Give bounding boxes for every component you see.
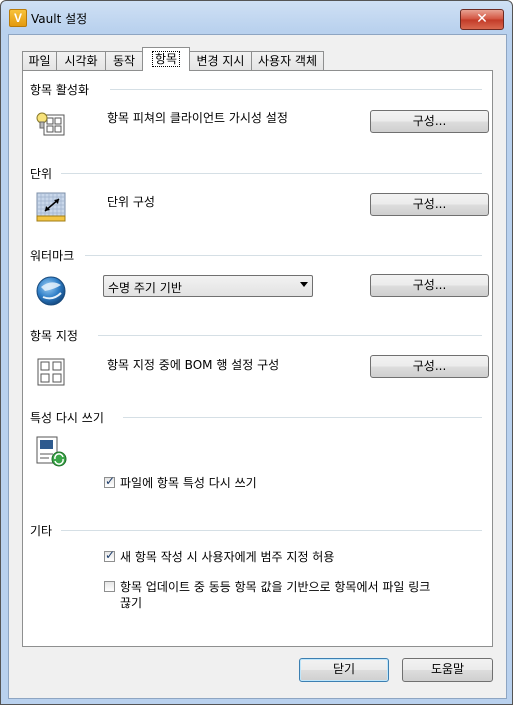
section-title-property-write: 특성 다시 쓰기	[30, 411, 104, 425]
allow-category-label: 새 항목 작성 시 사용자에게 범주 지정 허용	[120, 550, 335, 564]
item-enable-configure-button[interactable]: 구성...	[370, 110, 489, 133]
watermark-select-value: 수명 주기 기반	[108, 281, 182, 295]
item-enable-label: 항목 피쳐의 클라이언트 가시성 설정	[107, 111, 288, 125]
tab-custom-objects[interactable]: 사용자 객체	[251, 51, 324, 70]
items-tab-panel: 항목 활성화 항목 피쳐의 클라이언트 가시성 설정 구성... 단위 단위 구…	[22, 70, 493, 647]
vault-app-icon: V	[9, 9, 27, 27]
item-assign-label: 항목 지정 중에 BOM 행 설정 구성	[107, 358, 280, 372]
property-write-label: 파일에 항목 특성 다시 쓰기	[120, 476, 257, 490]
dialog-client-area: 파일 시각화 동작 항목 변경 지시 사용자 객체 항목 활성화 항목 피쳐의 …	[8, 34, 507, 699]
title-bar[interactable]: V Vault 설정 ✕	[1, 1, 512, 35]
tab-change-order[interactable]: 변경 지시	[189, 51, 252, 70]
section-title-watermark: 워터마크	[30, 249, 75, 263]
section-divider	[61, 530, 482, 531]
break-file-link-label-line1: 항목 업데이트 중 동등 항목 값을 기반으로 항목에서 파일 링크	[120, 580, 431, 594]
tab-visualization[interactable]: 시각화	[56, 51, 106, 70]
property-refresh-icon	[36, 436, 67, 467]
close-button[interactable]: 닫기	[299, 658, 389, 682]
section-divider	[98, 335, 482, 336]
window-title: Vault 설정	[31, 12, 88, 26]
checkmark-icon: ✓	[105, 474, 116, 488]
section-divider	[123, 417, 482, 418]
close-window-button[interactable]: ✕	[460, 9, 504, 30]
section-title-item-enable: 항목 활성화	[30, 83, 90, 97]
break-file-link-label-line2: 끊기	[120, 596, 143, 610]
globe-icon	[36, 276, 66, 306]
allow-category-checkbox[interactable]: ✓	[104, 548, 116, 562]
section-title-misc: 기타	[30, 524, 53, 538]
ruler-grid-icon	[36, 192, 66, 222]
checkmark-icon: ✓	[105, 548, 116, 562]
section-title-item-assign: 항목 지정	[30, 329, 78, 343]
section-divider	[85, 255, 482, 256]
break-file-link-checkbox[interactable]	[104, 581, 115, 592]
property-write-checkbox[interactable]: ✓	[104, 474, 116, 488]
tab-file[interactable]: 파일	[22, 51, 57, 70]
chevron-down-icon	[300, 282, 308, 287]
tab-items[interactable]: 항목	[142, 47, 190, 71]
watermark-configure-button[interactable]: 구성...	[370, 274, 489, 297]
tab-behavior[interactable]: 동작	[105, 51, 143, 70]
watermark-lifecycle-select[interactable]: 수명 주기 기반	[103, 275, 313, 297]
help-button[interactable]: 도움말	[402, 658, 493, 682]
item-assign-configure-button[interactable]: 구성...	[370, 355, 489, 378]
lightbulb-grid-icon	[36, 112, 65, 136]
grid-icon	[37, 358, 65, 386]
settings-window: V Vault 설정 ✕ 파일 시각화 동작 항목 변경 지시 사용자 객체 항…	[0, 0, 513, 705]
section-divider	[61, 173, 482, 174]
section-title-units: 단위	[30, 167, 53, 181]
units-configure-button[interactable]: 구성...	[370, 193, 489, 216]
units-label: 단위 구성	[107, 195, 155, 209]
section-divider	[110, 89, 482, 90]
